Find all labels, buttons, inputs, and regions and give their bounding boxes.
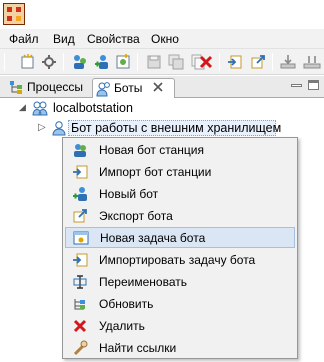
delete-button[interactable] (196, 52, 216, 72)
toolbar-separator (272, 53, 273, 71)
refresh-icon (74, 299, 85, 310)
menu-bar: Файл Вид Свойства Окно (0, 29, 324, 49)
maximize-view-button[interactable] (308, 80, 319, 90)
bot-station-icon (32, 101, 48, 116)
new-task-icon (116, 54, 130, 69)
new-bot-station-icon (74, 144, 86, 157)
menu-item-label: Найти ссылки (99, 341, 177, 355)
toolbar-separator (4, 53, 5, 71)
context-menu: Новая бот станция Импорт бот станции Нов… (62, 137, 298, 359)
rename-icon (73, 275, 87, 289)
save-button[interactable] (144, 52, 164, 72)
menu-window[interactable]: Окно (151, 32, 179, 46)
deploy-button[interactable] (278, 52, 298, 72)
bots-icon (96, 82, 110, 97)
configure-icon (42, 55, 56, 69)
menu-item-new-bot-task[interactable]: Новая задача бота (65, 227, 295, 248)
close-tab-icon[interactable] (151, 80, 165, 94)
menu-item-label: Импортировать задачу бота (99, 253, 256, 267)
configure-button[interactable] (39, 52, 59, 72)
tab-processes[interactable]: Процессы (6, 78, 92, 98)
process-tree-icon (10, 81, 22, 94)
toolbar-separator (219, 53, 220, 71)
menu-item-label: Экспорт бота (99, 209, 173, 223)
tab-bots[interactable]: Боты (92, 78, 175, 98)
new-bot-icon (73, 187, 87, 201)
new-bot-task-icon (73, 231, 89, 245)
menu-item-rename[interactable]: Переименовать (65, 272, 295, 293)
toolbar (0, 49, 324, 75)
find-references-icon (73, 340, 88, 356)
tab-processes-label: Процессы (27, 80, 84, 94)
menu-item-find-references[interactable]: Найти ссылки (65, 338, 295, 359)
tab-bots-label: Боты (114, 81, 143, 95)
save-all-button[interactable] (166, 52, 186, 72)
import-bot-station-icon (73, 165, 88, 179)
new-bot-icon (95, 55, 108, 69)
menu-file[interactable]: Файл (9, 32, 39, 46)
new-item-icon (21, 54, 34, 69)
tree-node-bot-storage[interactable]: Бот работы с внешним хранилищем (71, 119, 281, 137)
menu-properties[interactable]: Свойства (87, 32, 140, 46)
new-item-button[interactable] (18, 52, 38, 72)
menu-item-label: Новая задача бота (100, 231, 206, 245)
menu-item-export-bot[interactable]: Экспорт бота (65, 206, 295, 227)
menu-item-delete[interactable]: Удалить (65, 316, 295, 337)
menu-item-label: Удалить (99, 319, 145, 333)
menu-item-label: Новый бот (99, 187, 159, 201)
import-button[interactable] (225, 52, 245, 72)
toolbar-separator (137, 53, 138, 71)
expand-arrow-icon[interactable]: ▷ (38, 122, 46, 133)
save-icon (147, 55, 161, 69)
export-icon (251, 55, 265, 69)
new-bot-button[interactable] (92, 52, 112, 72)
title-bar (0, 0, 324, 29)
minimize-view-button[interactable] (291, 84, 302, 87)
menu-item-label: Импорт бот станции (99, 165, 212, 179)
toolbar-separator (63, 53, 64, 71)
menu-item-label: Переименовать (99, 275, 187, 289)
app-logo-icon[interactable] (3, 3, 25, 25)
new-task-button[interactable] (113, 52, 133, 72)
tree-node-localbotstation[interactable]: localbotstation (53, 99, 133, 117)
deploy-all-button[interactable] (302, 52, 322, 72)
menu-item-new-bot-station[interactable]: Новая бот станция (65, 140, 295, 161)
menu-item-label: Новая бот станция (99, 143, 204, 157)
bot-station-button[interactable] (70, 52, 90, 72)
import-bot-task-icon (73, 253, 88, 267)
save-all-icon (168, 54, 184, 70)
view-tab-bar: Процессы Боты (0, 76, 324, 98)
bot-icon (52, 121, 66, 136)
export-bot-icon (73, 209, 87, 223)
menu-item-label: Обновить (99, 297, 154, 311)
menu-item-new-bot[interactable]: Новый бот (65, 184, 295, 205)
deploy-all-icon (303, 56, 321, 69)
import-icon (228, 55, 242, 69)
delete-icon (199, 55, 213, 69)
menu-view[interactable]: Вид (53, 32, 75, 46)
collapse-arrow-icon[interactable]: ◢ (19, 102, 26, 113)
bot-station-icon (74, 55, 86, 69)
delete-icon (73, 319, 87, 333)
deploy-icon (280, 55, 296, 69)
menu-item-refresh[interactable]: Обновить (65, 294, 295, 315)
menu-item-import-bot-station[interactable]: Импорт бот станции (65, 162, 295, 183)
export-button[interactable] (248, 52, 268, 72)
menu-item-import-bot-task[interactable]: Импортировать задачу бота (65, 250, 295, 271)
